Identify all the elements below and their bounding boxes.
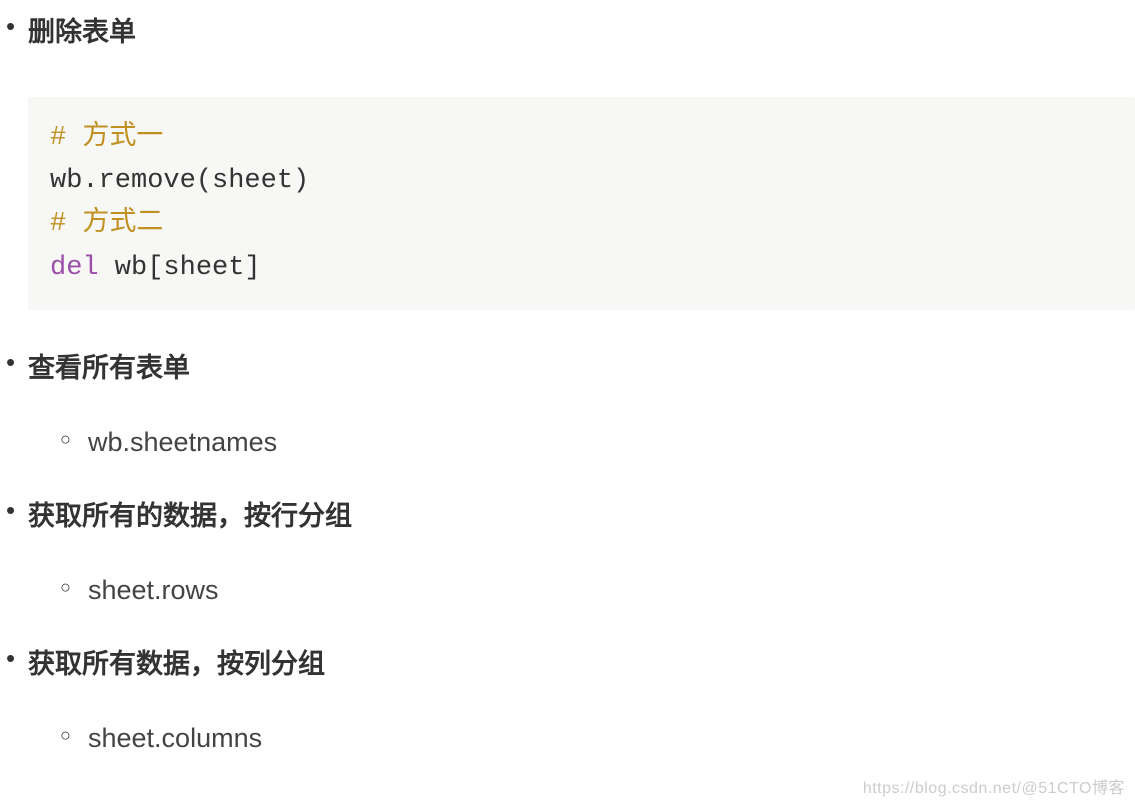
item-title: 查看所有表单 [28,346,1135,385]
code-line: # 方式二 [50,203,1113,246]
sub-list: sheet.rows [28,575,1135,606]
code-text: wb[sheet] [99,253,261,283]
sub-list-item: sheet.rows [88,575,1135,606]
code-comment: # 方式二 [50,209,163,239]
list-item-rows: 获取所有的数据，按行分组 sheet.rows [28,494,1135,606]
content-list: 删除表单 # 方式一 wb.remove(sheet) # 方式二 del wb… [0,10,1135,754]
code-block: # 方式一 wb.remove(sheet) # 方式二 del wb[shee… [28,97,1135,310]
code-line: wb.remove(sheet) [50,160,1113,203]
sub-list: wb.sheetnames [28,427,1135,458]
code-keyword: del [50,253,99,283]
item-title: 获取所有数据，按列分组 [28,642,1135,681]
item-title: 获取所有的数据，按行分组 [28,494,1135,533]
watermark: https://blog.csdn.net/@51CTO博客 [863,774,1125,798]
code-line: # 方式一 [50,117,1113,160]
sub-list-item: wb.sheetnames [88,427,1135,458]
list-item-delete-sheet: 删除表单 # 方式一 wb.remove(sheet) # 方式二 del wb… [28,10,1135,310]
sub-list-item: sheet.columns [88,723,1135,754]
list-item-view-sheets: 查看所有表单 wb.sheetnames [28,346,1135,458]
code-comment: # 方式一 [50,123,163,153]
code-line: del wb[sheet] [50,247,1113,290]
item-title: 删除表单 [28,10,1135,49]
sub-list: sheet.columns [28,723,1135,754]
list-item-columns: 获取所有数据，按列分组 sheet.columns [28,642,1135,754]
